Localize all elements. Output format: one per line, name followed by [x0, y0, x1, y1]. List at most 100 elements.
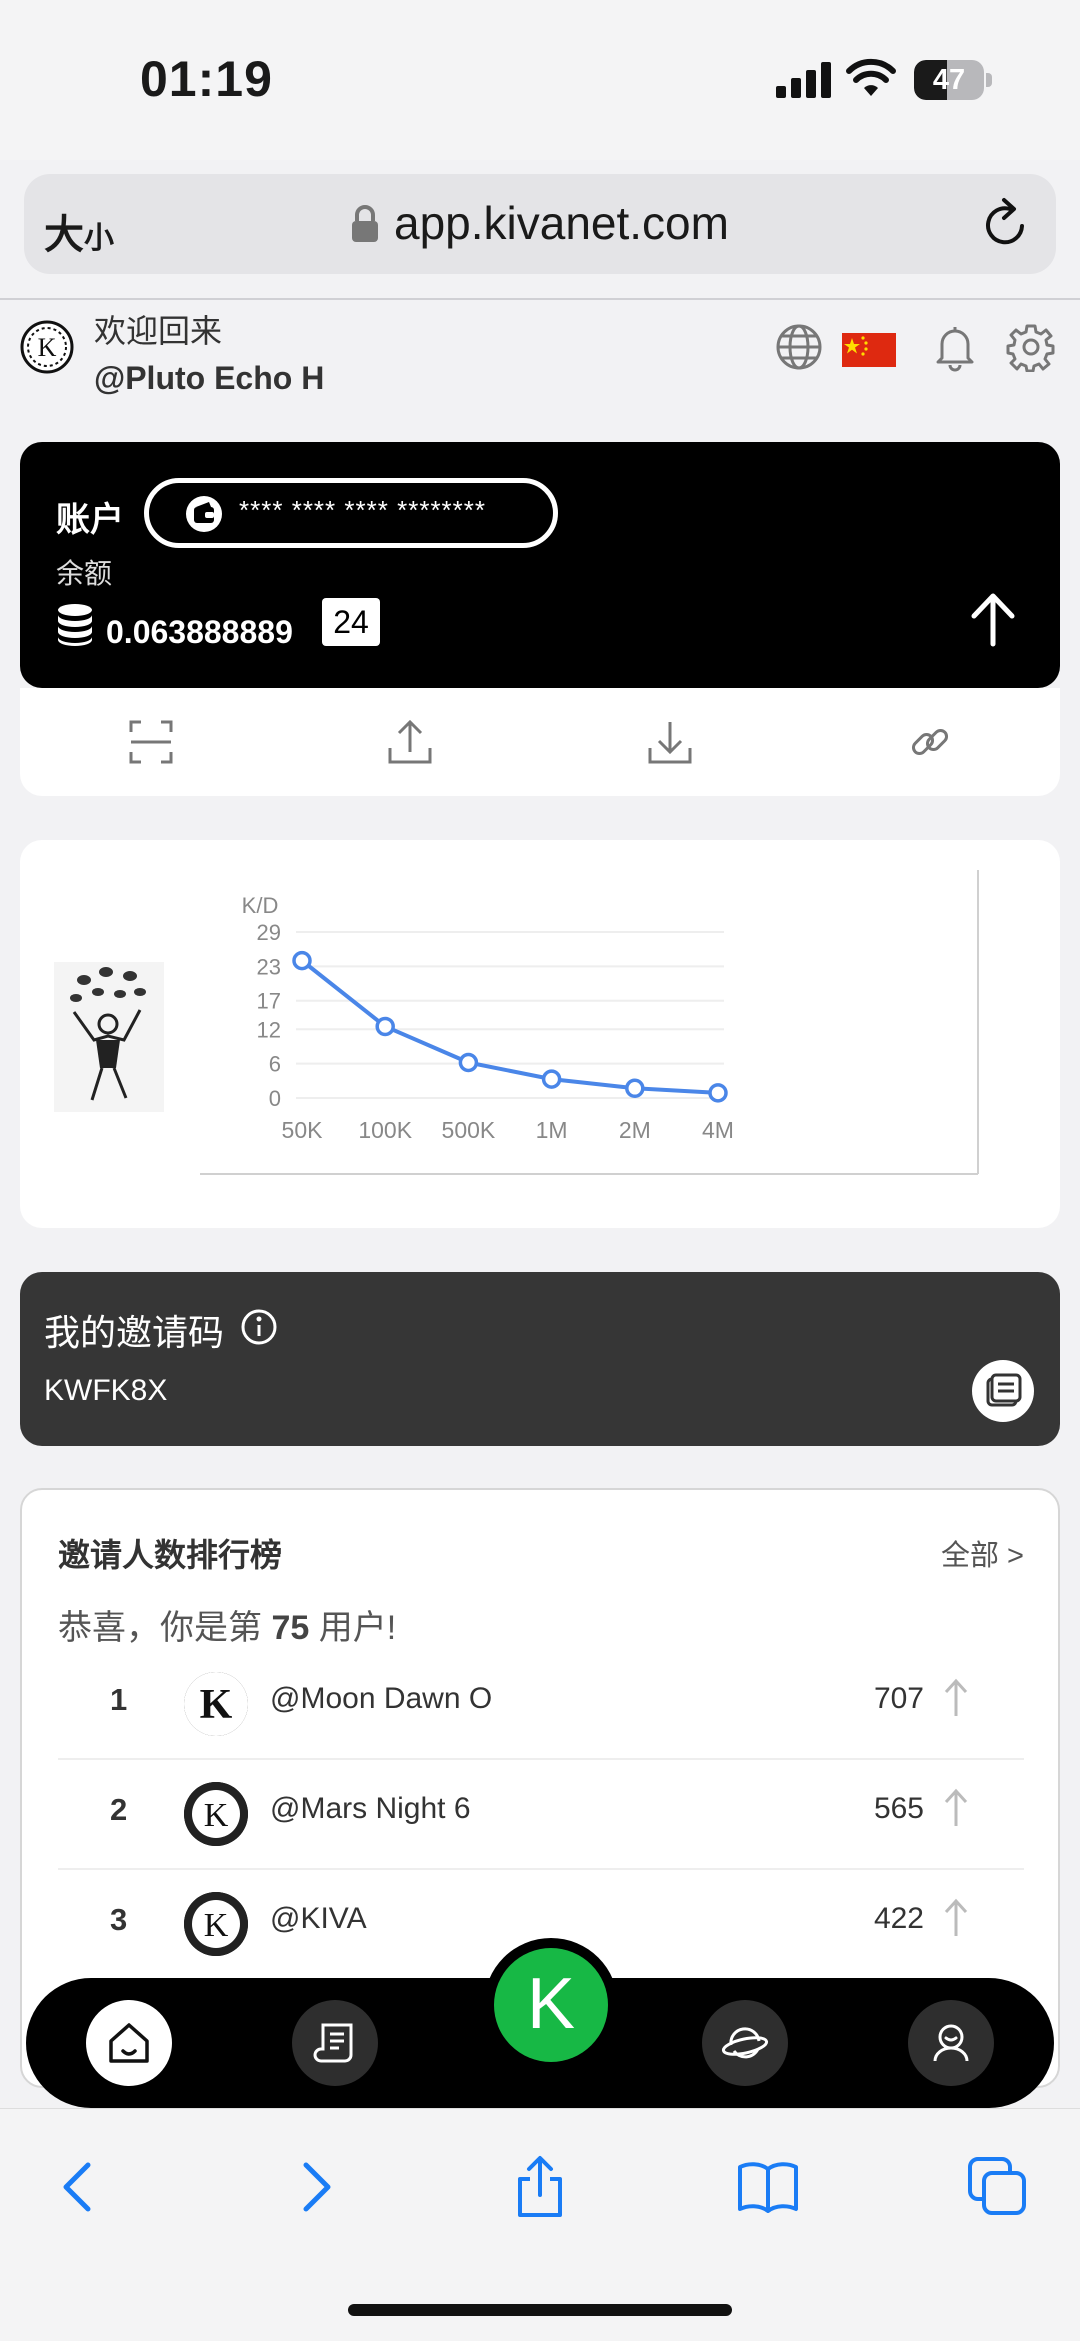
info-icon[interactable]: [240, 1308, 278, 1346]
bookmarks-icon[interactable]: [736, 2155, 800, 2219]
url-text[interactable]: app.kivanet.com: [394, 196, 729, 250]
account-title: 账户: [56, 501, 124, 539]
home-indicator: [348, 2304, 732, 2316]
invite-count: 565: [873, 1792, 924, 1825]
rank-number: 2: [110, 1792, 128, 1827]
home-icon: [109, 2023, 149, 2063]
bell-icon[interactable]: [930, 322, 980, 372]
invite-title: 我的邀请码: [44, 1312, 225, 1353]
arrow-up-icon: [944, 1678, 968, 1716]
avatar: K: [184, 1892, 248, 1956]
wallet-icon: [186, 496, 222, 532]
leaderboard-row[interactable]: 1 K @Moon Dawn O 707: [58, 1650, 1024, 1760]
svg-text:K: K: [200, 1682, 233, 1728]
y-tick-label: 29: [257, 920, 281, 945]
svg-text:K: K: [204, 1797, 229, 1834]
arrow-up-icon: [944, 1898, 968, 1936]
globe-icon[interactable]: [774, 322, 824, 372]
arrow-up-icon: [944, 1788, 968, 1826]
scan-icon[interactable]: [127, 718, 175, 766]
nav-explore[interactable]: [702, 2000, 788, 2086]
y-tick-label: 17: [257, 989, 281, 1014]
x-tick-label: 50K: [282, 1117, 324, 1143]
avatar: K: [184, 1782, 248, 1846]
lock-icon: [352, 205, 378, 242]
congrats-text: 恭喜，你是第 75 用户!: [58, 1609, 397, 1647]
cellular-signal-icon: [776, 62, 831, 98]
masked-address: **** **** **** ********: [239, 495, 487, 525]
user-name: @Mars Night 6: [270, 1792, 471, 1825]
kd-line-chart: K/D29 23 17 12 6 050K 100K 500K 1M 2M 4M: [200, 870, 979, 1175]
x-tick-label: 2M: [619, 1117, 651, 1143]
invite-count: 707: [873, 1682, 924, 1715]
upload-icon[interactable]: [386, 718, 434, 766]
y-tick-label: 6: [269, 1052, 281, 1077]
avatar: K: [184, 1672, 248, 1736]
back-icon[interactable]: [48, 2155, 112, 2219]
data-point: [541, 1069, 562, 1089]
rate-badge: 24: [322, 598, 380, 646]
x-tick-label: 4M: [702, 1117, 734, 1143]
invite-count: 422: [873, 1902, 924, 1935]
coins-icon: [58, 604, 92, 646]
user-icon: [933, 2024, 969, 2062]
download-icon[interactable]: [646, 718, 694, 766]
battery-icon: 47: [914, 60, 992, 100]
copy-icon: [986, 1373, 1022, 1407]
link-icon[interactable]: [906, 718, 954, 766]
kiva-logo[interactable]: K: [20, 320, 74, 374]
invite-code: KWFK8X: [44, 1374, 168, 1407]
divider: [0, 298, 1080, 300]
arrow-up-icon[interactable]: [968, 592, 1018, 648]
nav-tasks[interactable]: [292, 2000, 378, 2086]
balance-value: 0.063888889: [106, 614, 293, 650]
gear-icon[interactable]: [1006, 322, 1056, 372]
nav-profile[interactable]: [908, 2000, 994, 2086]
forward-icon[interactable]: [282, 2155, 346, 2219]
copy-button[interactable]: [972, 1360, 1034, 1422]
leaderboard-title: 邀请人数排行榜: [58, 1537, 283, 1573]
nav-home[interactable]: [86, 2000, 172, 2086]
leaderboard-row[interactable]: 2 K @Mars Night 6 565: [58, 1760, 1024, 1870]
planet-icon: [721, 2027, 769, 2059]
welcome-text: 欢迎回来: [94, 313, 223, 349]
tabs-icon[interactable]: [966, 2155, 1030, 2219]
y-axis-label: K/D: [242, 893, 279, 918]
y-tick-label: 23: [257, 954, 281, 979]
view-all-link[interactable]: 全部 >: [941, 1532, 1024, 1574]
y-tick-label: 0: [269, 1086, 281, 1111]
data-point: [625, 1078, 645, 1099]
rank-number: 3: [110, 1902, 128, 1937]
share-icon[interactable]: [508, 2155, 572, 2219]
address-bar[interactable]: 大小 app.kivanet.com: [24, 174, 1056, 274]
wallet-address-pill[interactable]: **** **** **** ********: [144, 478, 558, 548]
x-tick-label: 100K: [358, 1117, 412, 1143]
wallet-actions: [20, 688, 1060, 796]
wifi-icon: [846, 58, 896, 96]
series-line: [300, 959, 719, 1095]
invite-code-card: 我的邀请码 KWFK8X: [20, 1272, 1060, 1446]
data-point: [458, 1052, 479, 1073]
china-flag-icon[interactable]: [842, 333, 896, 367]
username: @Pluto Echo H: [94, 360, 325, 396]
data-point: [292, 950, 312, 971]
rank-number: 1: [110, 1682, 128, 1717]
svg-text:K: K: [38, 333, 57, 362]
status-bar: 01:19 47: [0, 0, 1080, 160]
data-point: [375, 1016, 395, 1037]
text-size-button[interactable]: 大小: [44, 202, 114, 260]
reload-icon[interactable]: [980, 196, 1032, 252]
status-time: 01:19: [140, 51, 273, 107]
balance-label: 余额: [56, 558, 113, 589]
user-name: @Moon Dawn O: [270, 1682, 493, 1715]
account-card: 账户 **** **** **** ******** 余额 0.06388888…: [20, 442, 1060, 688]
user-name: @KIVA: [270, 1902, 367, 1935]
svg-text:K: K: [204, 1907, 229, 1944]
y-tick-label: 12: [257, 1017, 281, 1042]
data-point: [708, 1083, 728, 1103]
x-tick-label: 1M: [536, 1117, 568, 1143]
x-tick-label: 500K: [442, 1117, 496, 1143]
nav-kiva-button[interactable]: K: [494, 1948, 608, 2062]
reward-chart-card: K/D 29 23 17 12 6 0 50K 100K 500K 1M 2M 4M: [20, 840, 1060, 1228]
battery-percent: 47: [932, 64, 966, 96]
